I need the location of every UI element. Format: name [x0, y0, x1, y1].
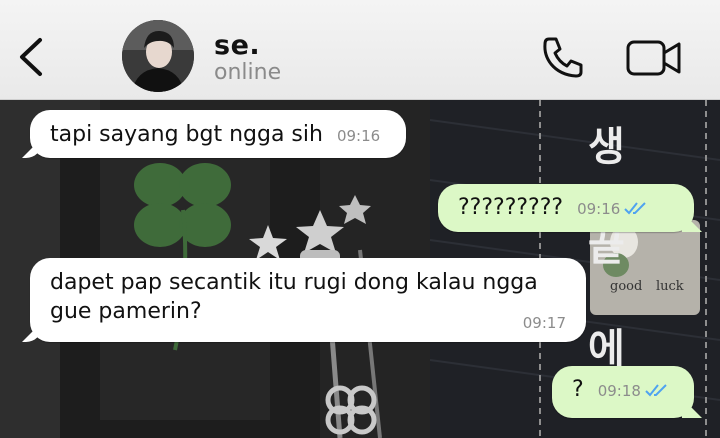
card-text-good: good [610, 279, 642, 294]
double-check-icon [624, 202, 647, 215]
message-outgoing[interactable]: ? 09:18 [552, 366, 694, 418]
message-time: 09:17 [522, 313, 566, 332]
message-incoming[interactable]: dapet pap secantik itu rugi dong kalau n… [30, 258, 586, 342]
back-button[interactable] [14, 34, 50, 80]
video-camera-icon [626, 40, 681, 76]
card-text-luck: luck [656, 279, 684, 294]
message-time: 09:16 [577, 200, 621, 218]
contact-status: online [214, 60, 282, 85]
chevron-left-icon [20, 38, 42, 76]
message-text: tapi sayang bgt ngga sih [50, 122, 323, 147]
phone-icon [543, 37, 583, 78]
message-text: ????????? [458, 195, 564, 220]
message-text: ? [572, 377, 584, 402]
contact-name[interactable]: se. [214, 30, 260, 61]
message-time: 09:16 [336, 127, 381, 145]
video-call-button[interactable] [626, 38, 682, 78]
message-text: dapet pap secantik itu rugi dong kalau n… [50, 270, 538, 324]
korean-text-1: 생 [588, 124, 625, 170]
double-check-icon [645, 384, 667, 397]
message-incoming[interactable]: tapi sayang bgt ngga sih 09:16 [30, 110, 406, 158]
chat-header: se. online [0, 0, 720, 100]
message-time: 09:18 [597, 382, 641, 400]
message-outgoing[interactable]: ????????? 09:16 [438, 184, 694, 232]
voice-call-button[interactable] [540, 34, 586, 80]
avatar[interactable] [122, 20, 194, 92]
